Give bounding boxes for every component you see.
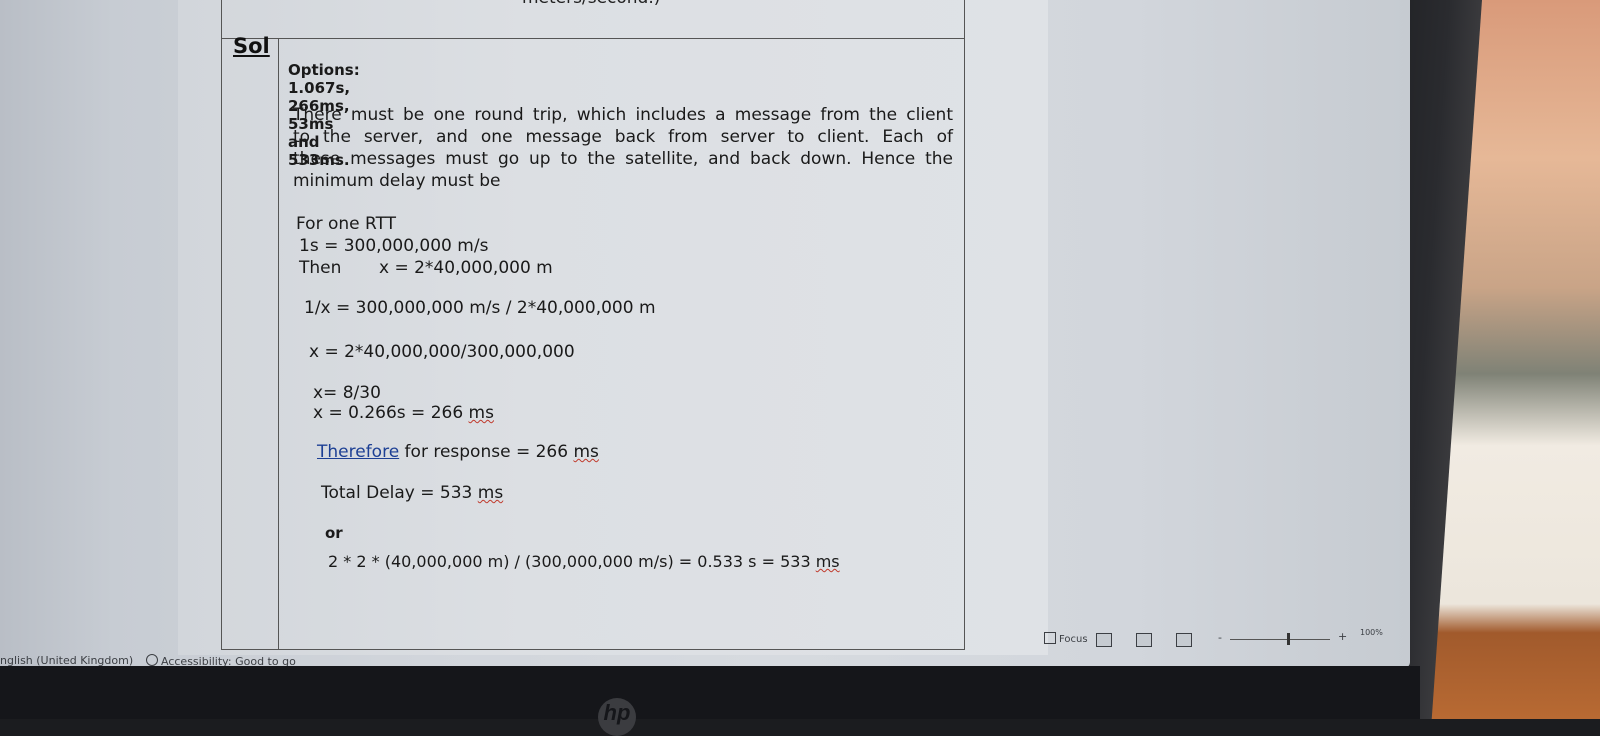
- web-layout-icon[interactable]: [1176, 633, 1192, 647]
- focus-icon: [1044, 632, 1056, 644]
- or-label: or: [325, 524, 343, 542]
- read-mode-icon[interactable]: [1096, 633, 1112, 647]
- therefore-word: Therefore: [317, 442, 400, 462]
- formula-line: 2 * 2 * (40,000,000 m) / (300,000,000 m/…: [328, 552, 840, 571]
- therefore-text: for response = 266: [399, 442, 574, 462]
- paragraph-line: these messages must go up to the satelli…: [293, 149, 953, 169]
- total-delay-line: Total Delay = 533 ms: [321, 483, 503, 503]
- laptop-screen: meters/second.) Sol Options: 1.067s, 266…: [0, 0, 1410, 668]
- speed-line: 1s = 300,000,000 m/s: [299, 236, 489, 256]
- therefore-line: Therefore for response = 266 ms: [317, 442, 599, 462]
- paragraph-line: There must be one round trip, which incl…: [293, 105, 953, 125]
- for-one-rtt-line: For one RTT: [296, 214, 397, 234]
- laptop-bezel-bottom: [0, 666, 1420, 719]
- zoom-slider[interactable]: [1230, 639, 1330, 640]
- focus-label: Focus: [1059, 634, 1088, 645]
- unit-ms: ms: [573, 442, 599, 462]
- previous-row-text: meters/second.): [522, 0, 660, 8]
- zoom-level[interactable]: 100%: [1360, 628, 1383, 637]
- unit-ms: ms: [815, 552, 840, 571]
- hp-logo-icon: hp: [598, 698, 636, 736]
- unit-ms: ms: [468, 403, 494, 423]
- explanation-paragraph: There must be one round trip, which incl…: [293, 104, 953, 192]
- table-previous-row: meters/second.): [221, 0, 965, 39]
- total-delay-text: Total Delay = 533: [321, 483, 478, 503]
- x-result-text: x = 0.266s = 266: [313, 403, 469, 423]
- then-label: Then: [299, 258, 342, 278]
- then-value: x = 2*40,000,000 m: [379, 258, 553, 278]
- zoom-slider-thumb[interactable]: [1287, 633, 1290, 645]
- x-fraction-line: x= 8/30: [313, 383, 381, 403]
- formula-text: 2 * 2 * (40,000,000 m) / (300,000,000 m/…: [328, 552, 816, 571]
- paragraph-line: minimum delay must be: [293, 171, 501, 191]
- unit-ms: ms: [477, 483, 504, 503]
- print-layout-icon[interactable]: [1136, 633, 1152, 647]
- focus-button[interactable]: Focus: [1044, 632, 1088, 645]
- inverse-line: 1/x = 300,000,000 m/s / 2*40,000,000 m: [304, 298, 656, 318]
- accessibility-icon: [146, 654, 158, 666]
- sol-label: Sol: [233, 34, 270, 58]
- paragraph-line: to the server, and one message back from…: [293, 127, 953, 147]
- table-column-divider: [278, 39, 279, 649]
- status-bar: nglish (United Kingdom) Accessibility: G…: [0, 628, 1410, 668]
- x-formula-line: x = 2*40,000,000/300,000,000: [309, 342, 575, 362]
- zoom-in-button[interactable]: +: [1338, 630, 1347, 643]
- zoom-out-button[interactable]: -: [1218, 631, 1222, 644]
- x-result-line: x = 0.266s = 266 ms: [313, 403, 494, 423]
